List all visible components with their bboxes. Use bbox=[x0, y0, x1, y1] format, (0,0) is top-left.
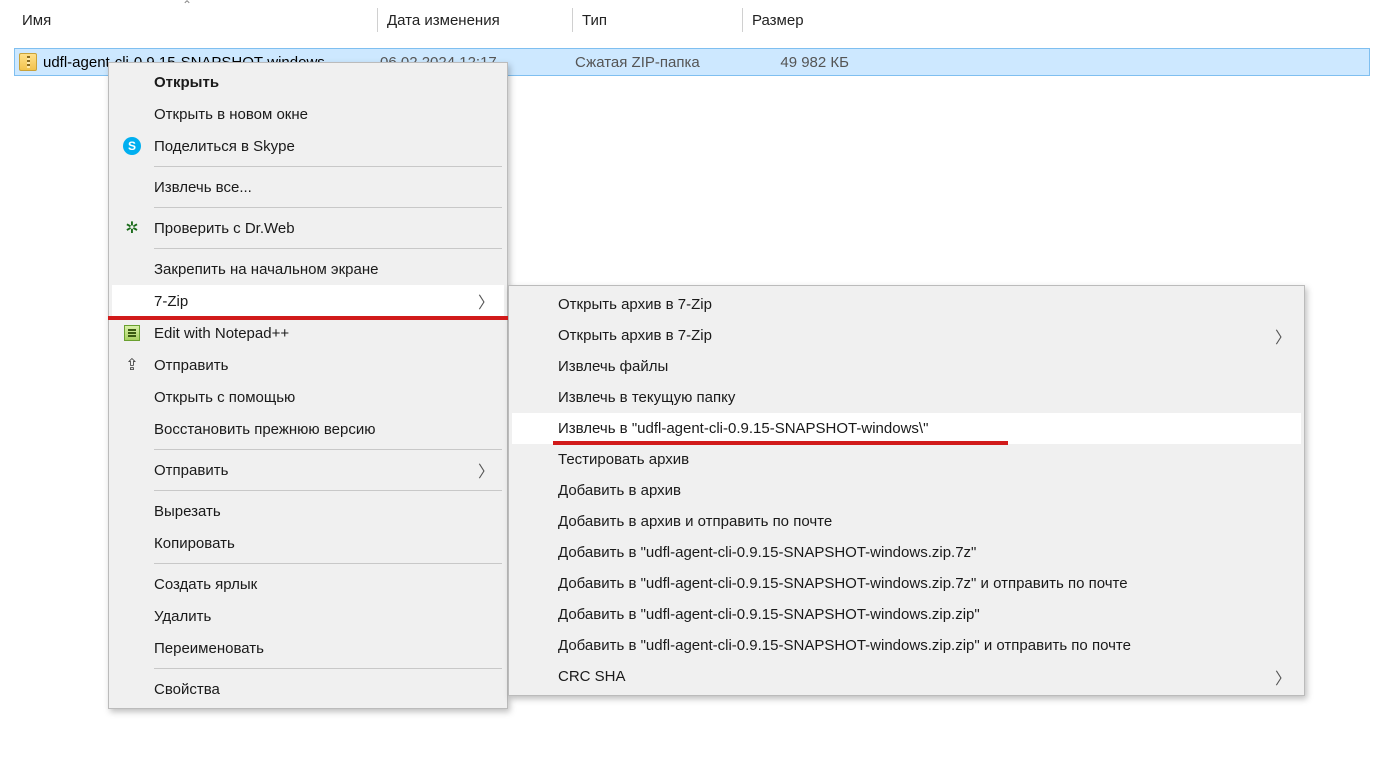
ctx-rename[interactable]: Переименовать bbox=[112, 632, 504, 664]
ctx-send-to[interactable]: Отправить 〉 bbox=[112, 454, 504, 486]
share-icon: ⇪ bbox=[122, 355, 142, 375]
menu-label: Тестировать архив bbox=[558, 451, 689, 468]
menu-label: Удалить bbox=[154, 608, 211, 625]
menu-separator bbox=[154, 668, 502, 669]
column-header-label: Имя bbox=[22, 12, 51, 29]
menu-label: Закрепить на начальном экране bbox=[154, 261, 378, 278]
skype-icon: S bbox=[122, 136, 142, 156]
menu-separator bbox=[154, 248, 502, 249]
drweb-icon: ✲ bbox=[122, 218, 142, 238]
chevron-right-icon: 〉 bbox=[1275, 665, 1291, 689]
ctx-open[interactable]: Открыть bbox=[112, 66, 504, 98]
menu-label: Добавить в архив и отправить по почте bbox=[558, 513, 832, 530]
menu-label: Извлечь файлы bbox=[558, 358, 668, 375]
menu-label: Добавить в "udfl-agent-cli-0.9.15-SNAPSH… bbox=[558, 606, 980, 623]
zip-folder-icon bbox=[19, 53, 37, 71]
ctx-copy[interactable]: Копировать bbox=[112, 527, 504, 559]
menu-label: Открыть в новом окне bbox=[154, 106, 308, 123]
7zip-submenu: Открыть архив в 7-Zip Открыть архив в 7-… bbox=[508, 285, 1305, 696]
file-size: 49 982 КБ bbox=[743, 54, 853, 71]
menu-label: CRC SHA bbox=[558, 668, 626, 685]
ctx-cut[interactable]: Вырезать bbox=[112, 495, 504, 527]
menu-label: Открыть архив в 7-Zip bbox=[558, 327, 712, 344]
ctx-pin-start[interactable]: Закрепить на начальном экране bbox=[112, 253, 504, 285]
sub-extract-files[interactable]: Извлечь файлы bbox=[512, 351, 1301, 382]
sub-add-7z-email[interactable]: Добавить в "udfl-agent-cli-0.9.15-SNAPSH… bbox=[512, 568, 1301, 599]
column-header-name[interactable]: Имя ⌃ bbox=[22, 0, 377, 40]
context-menu: Открыть Открыть в новом окне S Поделитьс… bbox=[108, 62, 508, 709]
menu-label: Открыть bbox=[154, 74, 219, 91]
ctx-create-shortcut[interactable]: Создать ярлык bbox=[112, 568, 504, 600]
ctx-7zip[interactable]: 7-Zip 〉 bbox=[112, 285, 504, 317]
sub-add-zip-email[interactable]: Добавить в "udfl-agent-cli-0.9.15-SNAPSH… bbox=[512, 630, 1301, 661]
column-header-row: Имя ⌃ Дата изменения Тип Размер bbox=[0, 0, 1384, 40]
menu-label: Добавить в "udfl-agent-cli-0.9.15-SNAPSH… bbox=[558, 575, 1128, 592]
menu-label: Создать ярлык bbox=[154, 576, 257, 593]
menu-separator bbox=[154, 166, 502, 167]
menu-label: Вырезать bbox=[154, 503, 221, 520]
ctx-edit-notepadpp[interactable]: Edit with Notepad++ bbox=[112, 317, 504, 349]
menu-label: 7-Zip bbox=[154, 293, 188, 310]
column-header-type[interactable]: Тип bbox=[572, 0, 742, 40]
menu-label: Извлечь все... bbox=[154, 179, 252, 196]
ctx-delete[interactable]: Удалить bbox=[112, 600, 504, 632]
menu-label: Проверить с Dr.Web bbox=[154, 220, 295, 237]
sub-extract-here[interactable]: Извлечь в текущую папку bbox=[512, 382, 1301, 413]
column-header-label: Размер bbox=[742, 12, 804, 29]
menu-label: Копировать bbox=[154, 535, 235, 552]
ctx-properties[interactable]: Свойства bbox=[112, 673, 504, 705]
menu-label: Добавить в архив bbox=[558, 482, 681, 499]
menu-separator bbox=[154, 449, 502, 450]
chevron-right-icon: 〉 bbox=[478, 289, 494, 313]
notepadpp-icon bbox=[122, 323, 142, 343]
menu-label: Добавить в "udfl-agent-cli-0.9.15-SNAPSH… bbox=[558, 544, 976, 561]
sub-extract-to-folder[interactable]: Извлечь в "udfl-agent-cli-0.9.15-SNAPSHO… bbox=[512, 413, 1301, 444]
ctx-extract-all[interactable]: Извлечь все... bbox=[112, 171, 504, 203]
menu-separator bbox=[154, 490, 502, 491]
column-header-size[interactable]: Размер bbox=[742, 0, 872, 40]
column-header-label: Дата изменения bbox=[377, 12, 500, 29]
sub-add-zip[interactable]: Добавить в "udfl-agent-cli-0.9.15-SNAPSH… bbox=[512, 599, 1301, 630]
menu-label: Edit with Notepad++ bbox=[154, 325, 289, 342]
column-header-label: Тип bbox=[572, 12, 607, 29]
menu-label: Восстановить прежнюю версию bbox=[154, 421, 375, 438]
sub-test-archive[interactable]: Тестировать архив bbox=[512, 444, 1301, 475]
sub-open-archive[interactable]: Открыть архив в 7-Zip bbox=[512, 289, 1301, 320]
sort-caret-icon: ⌃ bbox=[182, 0, 192, 12]
sub-add-email[interactable]: Добавить в архив и отправить по почте bbox=[512, 506, 1301, 537]
chevron-right-icon: 〉 bbox=[478, 458, 494, 482]
menu-label: Открыть с помощью bbox=[154, 389, 295, 406]
menu-label: Отправить bbox=[154, 462, 228, 479]
menu-label: Добавить в "udfl-agent-cli-0.9.15-SNAPSH… bbox=[558, 637, 1131, 654]
menu-label: Отправить bbox=[154, 357, 228, 374]
menu-label: Свойства bbox=[154, 681, 220, 698]
ctx-restore-previous[interactable]: Восстановить прежнюю версию bbox=[112, 413, 504, 445]
menu-label: Переименовать bbox=[154, 640, 264, 657]
ctx-drweb[interactable]: ✲ Проверить с Dr.Web bbox=[112, 212, 504, 244]
sub-open-archive-2[interactable]: Открыть архив в 7-Zip 〉 bbox=[512, 320, 1301, 351]
sub-add-7z[interactable]: Добавить в "udfl-agent-cli-0.9.15-SNAPSH… bbox=[512, 537, 1301, 568]
menu-separator bbox=[154, 563, 502, 564]
ctx-send[interactable]: ⇪ Отправить bbox=[112, 349, 504, 381]
ctx-share-skype[interactable]: S Поделиться в Skype bbox=[112, 130, 504, 162]
column-header-date[interactable]: Дата изменения bbox=[377, 0, 572, 40]
menu-label: Открыть архив в 7-Zip bbox=[558, 296, 712, 313]
file-type: Сжатая ZIP-папка bbox=[565, 54, 743, 71]
chevron-right-icon: 〉 bbox=[1275, 324, 1291, 348]
menu-label: Поделиться в Skype bbox=[154, 138, 295, 155]
menu-label: Извлечь в текущую папку bbox=[558, 389, 735, 406]
menu-separator bbox=[154, 207, 502, 208]
menu-label: Извлечь в "udfl-agent-cli-0.9.15-SNAPSHO… bbox=[558, 420, 928, 437]
highlight-underline-icon bbox=[553, 441, 1008, 445]
highlight-underline-icon bbox=[108, 316, 508, 320]
sub-add-archive[interactable]: Добавить в архив bbox=[512, 475, 1301, 506]
ctx-open-new-window[interactable]: Открыть в новом окне bbox=[112, 98, 504, 130]
sub-crc-sha[interactable]: CRC SHA 〉 bbox=[512, 661, 1301, 692]
ctx-open-with[interactable]: Открыть с помощью bbox=[112, 381, 504, 413]
